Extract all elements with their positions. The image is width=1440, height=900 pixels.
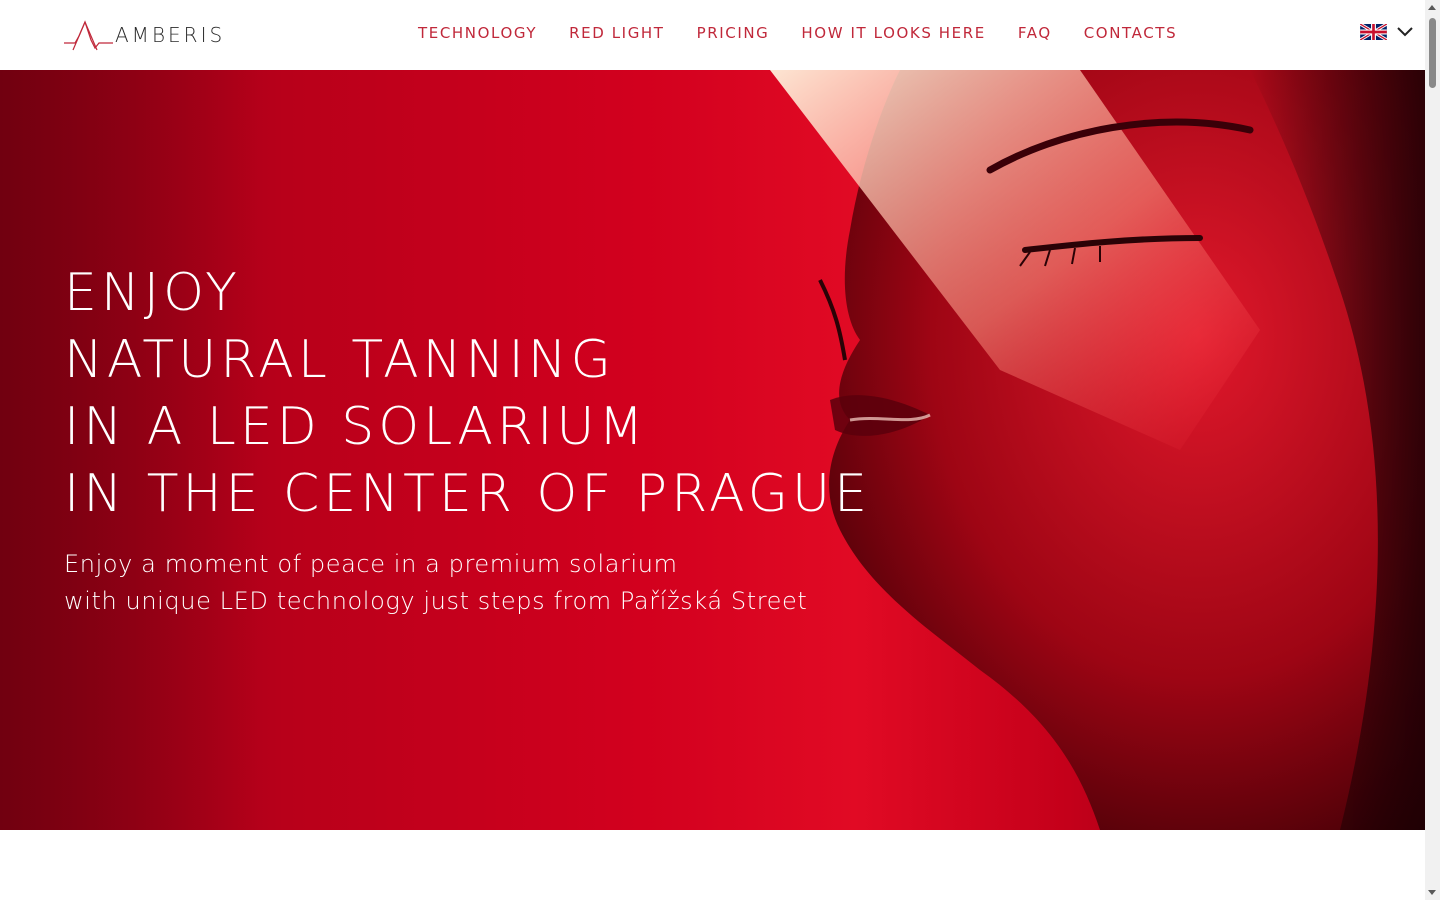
nav-red-light[interactable]: RED LIGHT [569,24,664,42]
language-selector[interactable] [1360,24,1413,40]
hero-title-line: IN A LED SOLARIUM [64,397,648,457]
uk-flag-icon [1360,24,1387,40]
hero-subtitle-line: with unique LED technology just steps fr… [64,587,808,615]
hero-subtitle: Enjoy a moment of peace in a premium sol… [64,546,807,620]
scroll-up-arrow-icon[interactable] [1428,5,1436,10]
hero-subtitle-line: Enjoy a moment of peace in a premium sol… [64,550,678,578]
nav-faq[interactable]: FAQ [1018,24,1052,42]
nav-contacts[interactable]: CONTACTS [1084,24,1177,42]
hero-title: ENJOY NATURAL TANNING IN A LED SOLARIUM … [64,260,871,528]
nav-technology[interactable]: TECHNOLOGY [418,24,537,42]
hero-title-line: NATURAL TANNING [64,330,615,390]
hero-section: ENJOY NATURAL TANNING IN A LED SOLARIUM … [0,70,1425,830]
amberis-logo-icon [64,20,113,51]
site-header: AMBERIS TECHNOLOGY RED LIGHT PRICING HOW… [0,0,1425,70]
hero-title-line: ENJOY [64,263,241,323]
brand-logo[interactable]: AMBERIS [63,18,225,52]
scrollbar-thumb[interactable] [1429,18,1436,88]
chevron-down-icon [1397,27,1413,37]
page-scrollbar[interactable] [1425,0,1440,900]
brand-name: AMBERIS [115,23,226,47]
hero-title-line: IN THE CENTER OF PRAGUE [64,464,871,524]
scroll-down-arrow-icon[interactable] [1428,890,1436,895]
main-navigation: TECHNOLOGY RED LIGHT PRICING HOW IT LOOK… [418,24,1177,42]
nav-pricing[interactable]: PRICING [697,24,770,42]
nav-how-it-looks-here[interactable]: HOW IT LOOKS HERE [801,24,985,42]
